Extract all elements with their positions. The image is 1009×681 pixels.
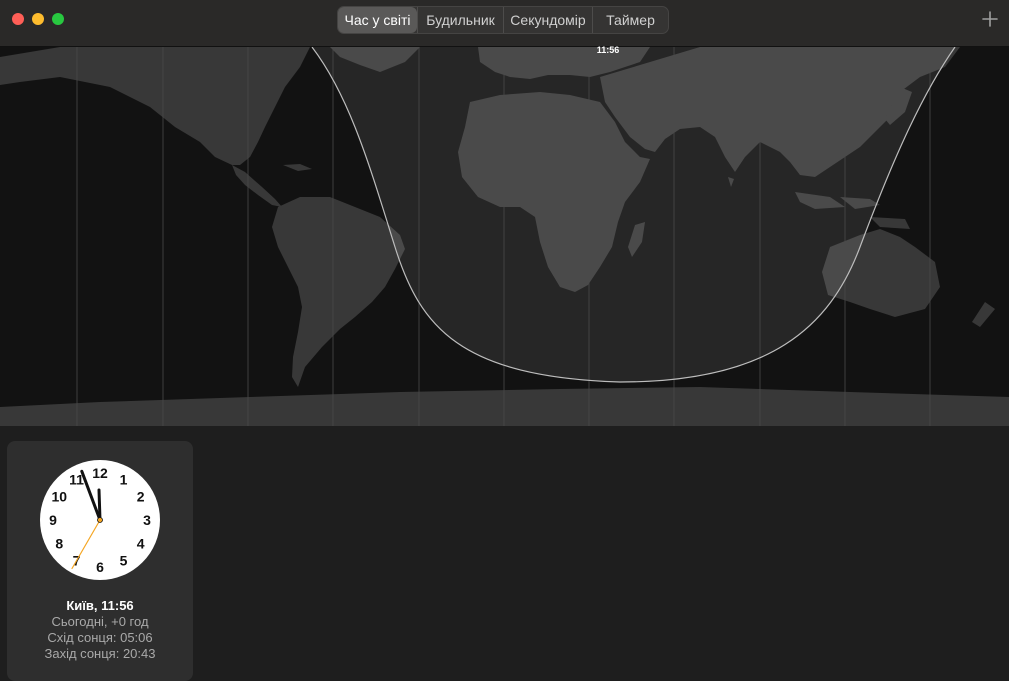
city-card[interactable]: 121234567891011 Київ, 11:56 Сьогодні, +0… [7, 441, 193, 681]
clock-numeral: 9 [49, 512, 57, 528]
tab-stopwatch[interactable]: Секундомір [503, 7, 592, 33]
title-bar: Час у світі Будильник Секундомір Таймер [0, 0, 1009, 47]
tab-world-clock[interactable]: Час у світі [338, 7, 417, 33]
plus-icon [982, 11, 998, 27]
clock-numeral: 2 [137, 489, 145, 505]
clock-numeral: 8 [55, 536, 63, 552]
current-time-marker: 11:56 [596, 45, 620, 55]
city-offset: Сьогодні, +0 год [51, 614, 149, 629]
tab-timer[interactable]: Таймер [592, 7, 668, 33]
add-city-button[interactable] [980, 9, 1000, 29]
clock-numeral: 4 [137, 536, 145, 552]
minimize-window-button[interactable] [32, 13, 44, 25]
city-name: Київ, 11:56 [66, 598, 134, 613]
close-window-button[interactable] [12, 13, 24, 25]
clock-numeral: 6 [96, 559, 104, 575]
clock-numeral: 12 [92, 465, 108, 481]
clock-numeral: 1 [120, 471, 128, 487]
zoom-window-button[interactable] [52, 13, 64, 25]
analog-clock: 121234567891011 [40, 460, 160, 580]
sunset-time: Захід сонця: 20:43 [44, 646, 156, 661]
world-map [0, 47, 1009, 426]
clock-numeral: 5 [120, 553, 128, 569]
sunrise-time: Схід сонця: 05:06 [47, 630, 153, 645]
clock-numeral: 3 [143, 512, 151, 528]
clock-numeral: 10 [52, 489, 68, 505]
mode-segmented-control: Час у світі Будильник Секундомір Таймер [337, 6, 669, 34]
tab-alarm[interactable]: Будильник [417, 7, 503, 33]
